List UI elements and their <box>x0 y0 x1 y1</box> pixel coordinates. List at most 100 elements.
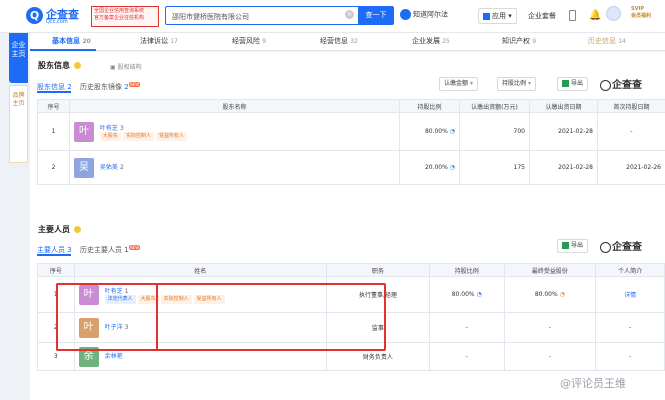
benefit-cell: 80.00% ◔ <box>503 276 597 313</box>
tab-ip[interactable]: 知识产权 9 <box>502 36 536 46</box>
plan-link[interactable]: 企业套餐 <box>528 11 556 21</box>
section-title-text: 股东信息 <box>38 61 70 70</box>
filter-label: 持股比例 <box>502 80 527 87</box>
brand-text: 企查查 <box>612 80 642 91</box>
column-header: 最终受益股份 <box>503 263 597 277</box>
tab-label: 知识产权 <box>502 37 530 45</box>
export-button[interactable]: 导出 <box>557 239 589 253</box>
export-label: 导出 <box>571 242 584 249</box>
tag: 大股东 <box>99 131 121 141</box>
table-row: 1 叶 叶有芝 3 大股东 实际控制人 受益所有人 80.00% ◔ 700 2021… <box>37 112 665 151</box>
ratio-value: 20.00% <box>424 164 448 171</box>
zhidao-link[interactable]: 知道阿尔法 <box>400 9 448 23</box>
person-name-link[interactable]: 余林艳 <box>105 353 123 360</box>
detail-link[interactable]: 详情 <box>624 292 636 299</box>
new-badge: NEW <box>128 82 141 87</box>
intro-cell: 详情 <box>595 276 665 313</box>
person-name-link[interactable]: 叶有芝 <box>100 125 118 132</box>
person-avatar[interactable]: 叶 <box>74 121 94 142</box>
brand-logo: 企查查 <box>600 76 642 91</box>
first-date-cell: 2021-02-26 <box>597 150 665 185</box>
chevron-down-icon: ▾ <box>470 80 474 87</box>
shareholder-cell: 叶 叶有芝 3 大股东 实际控制人 受益所有人 <box>69 112 400 151</box>
equity-structure-link[interactable]: ▣ 股权结构 <box>110 62 142 71</box>
filter-amount[interactable]: 认缴金额 ▾ <box>439 77 479 91</box>
promo-line: 官方备案企业征信机构 <box>94 14 145 21</box>
struct-link-label: 股权结构 <box>117 64 142 71</box>
nav-company-home[interactable]: 企业主页 <box>9 33 28 83</box>
brand-q-icon <box>600 241 611 253</box>
person-name-link[interactable]: 吴佑美 <box>100 164 118 171</box>
benefit-cell: - <box>503 312 597 343</box>
tab-operation[interactable]: 经营信息 32 <box>320 36 358 46</box>
bell-icon[interactable]: 🔔 <box>589 10 601 21</box>
filter-label: 认缴金额 <box>444 80 469 87</box>
shareholders-table: 序号 股东名称 持股比例 认缴出资额(万元) 认缴出资日期 首次持股日期 1 叶… <box>37 99 665 185</box>
column-header: 认缴出资额(万元) <box>459 99 530 113</box>
ratio-value: 80.00% <box>451 291 475 298</box>
main-tabs: 基本信息 20 法律诉讼 17 经营风险 9 经营信息 32 企业发展 25 知… <box>30 33 665 51</box>
logo[interactable]: Q 企查查 Qcc.com <box>26 6 84 26</box>
nav-brand-home[interactable]: 品牌主页 <box>9 85 28 163</box>
tab-label: 经营风险 <box>232 37 260 45</box>
column-header: 股东名称 <box>69 99 400 113</box>
svip-line: 会员福利 <box>631 13 652 19</box>
apps-label: 应用 <box>492 12 506 20</box>
subtab-indicator <box>37 91 71 93</box>
tab-count: 9 <box>262 38 267 45</box>
svip-line: SVIP <box>631 6 644 12</box>
logo-sub: Qcc.com <box>46 19 68 25</box>
ratio-cell: - <box>429 342 505 371</box>
export-button[interactable]: 导出 <box>557 77 589 91</box>
tab-history[interactable]: 历史信息 14 <box>588 36 626 46</box>
person-avatar[interactable]: 吴 <box>74 157 94 178</box>
tab-legal[interactable]: 法律诉讼 17 <box>140 36 178 46</box>
highlight-box <box>56 283 386 351</box>
brand-logo: 企查查 <box>600 238 642 253</box>
search-button[interactable]: 查一下 <box>358 6 394 25</box>
column-header: 认缴出资日期 <box>529 99 598 113</box>
phone-icon[interactable] <box>569 10 576 21</box>
search-input[interactable]: 邵阳市健桥医院有限公司 <box>165 6 358 25</box>
tab-basic-info[interactable]: 基本信息 20 <box>52 36 91 46</box>
tab-development[interactable]: 企业发展 25 <box>412 36 450 46</box>
alpha-icon <box>400 9 411 20</box>
avatar[interactable] <box>606 6 621 21</box>
chart-icon[interactable]: ◔ <box>450 164 455 171</box>
promo-badge[interactable]: 全国企业信用查询系统 官方备案企业征信机构 <box>91 6 159 27</box>
ratio-cell: 80.00% ◔ <box>429 276 505 313</box>
tab-count: 14 <box>618 38 626 45</box>
tab-label: 法律诉讼 <box>140 37 168 45</box>
chevron-down-icon: ▾ <box>528 80 532 87</box>
clear-icon[interactable]: × <box>345 10 354 19</box>
subtab-history-shareholders[interactable]: 历史股东镜像 2NEW <box>80 82 141 92</box>
excel-icon <box>562 242 569 249</box>
row-index: 2 <box>37 150 70 185</box>
tab-risk[interactable]: 经营风险 9 <box>232 36 266 46</box>
tab-label: 经营信息 <box>320 37 348 45</box>
date-cell: 2021-02-28 <box>529 112 598 151</box>
intro-cell: - <box>595 312 665 343</box>
ratio-cell: - <box>429 312 505 343</box>
apps-dropdown[interactable]: 应用 ▾ <box>478 8 517 24</box>
ratio-cell: 20.00% ◔ <box>399 150 460 185</box>
shareholders-title: 股东信息 <box>38 60 81 71</box>
brand-q-icon <box>600 79 611 91</box>
subtab-history-staff[interactable]: 历史主要人员 1NEW <box>80 245 141 255</box>
table-row: 2 吴 吴佑美 2 20.00% ◔ 175 2021-02-28 2021-02… <box>37 150 665 185</box>
column-header: 持股比例 <box>429 263 505 277</box>
related-count: 3 <box>119 124 124 132</box>
svip-badge[interactable]: SVIP 会员福利 <box>631 6 665 26</box>
filter-ratio[interactable]: 持股比例 ▾ <box>497 77 537 91</box>
amount-cell: 175 <box>459 150 530 185</box>
chart-icon[interactable]: ◔ <box>450 128 455 135</box>
chart-icon[interactable]: ◔ <box>477 291 482 298</box>
tag: 实际控制人 <box>122 131 154 141</box>
amount-cell: 700 <box>459 112 530 151</box>
path-icon[interactable]: ◔ <box>560 291 565 298</box>
watermark: @评论员王维 <box>560 377 626 390</box>
date-cell: 2021-02-28 <box>529 150 598 185</box>
tab-active-indicator <box>30 49 96 51</box>
section-title-text: 主要人员 <box>38 225 70 234</box>
tab-count: 32 <box>350 38 358 45</box>
